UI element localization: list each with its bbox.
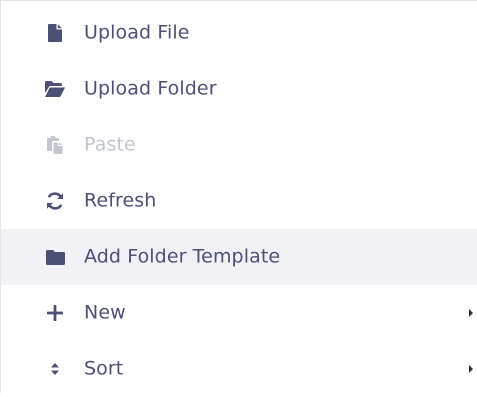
menu-item-label: New [84, 301, 126, 324]
submenu-arrow-icon [469, 309, 473, 317]
refresh-icon [45, 191, 65, 211]
plus-icon [45, 303, 65, 323]
submenu-arrow-icon [469, 365, 473, 373]
file-icon [45, 23, 65, 43]
folder-open-icon [45, 79, 65, 99]
menu-item-upload-folder[interactable]: Upload Folder [1, 61, 477, 117]
menu-item-new[interactable]: New [1, 285, 477, 341]
menu-item-refresh[interactable]: Refresh [1, 173, 477, 229]
menu-item-add-folder-template[interactable]: Add Folder Template [1, 229, 477, 285]
folder-icon [45, 247, 65, 267]
paste-icon [45, 135, 65, 155]
menu-item-upload-file[interactable]: Upload File [1, 5, 477, 61]
sort-icon [45, 359, 65, 379]
menu-item-paste[interactable]: Paste [1, 117, 477, 173]
menu-item-label: Add Folder Template [84, 245, 281, 268]
context-menu: Upload File Upload Folder Paste Refresh … [0, 0, 477, 393]
menu-item-label: Upload File [84, 21, 190, 44]
menu-item-sort[interactable]: Sort [1, 341, 477, 397]
menu-item-label: Upload Folder [84, 77, 217, 100]
menu-item-label: Sort [84, 357, 124, 380]
menu-item-label: Refresh [84, 189, 157, 212]
menu-item-label: Paste [84, 133, 136, 156]
